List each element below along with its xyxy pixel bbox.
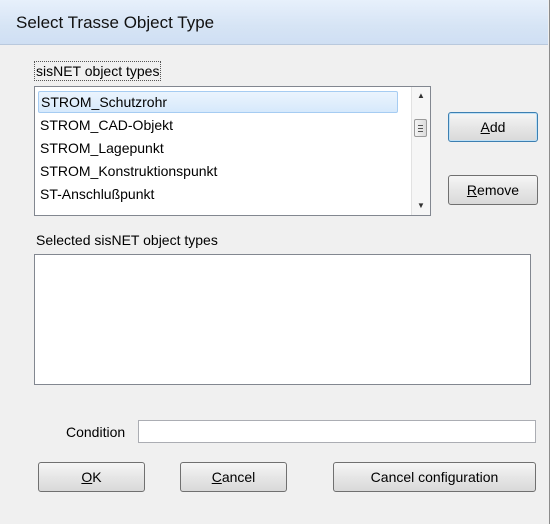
selected-types-list[interactable] (34, 254, 531, 385)
condition-label: Condition (66, 424, 126, 440)
scroll-thumb[interactable] (414, 119, 427, 137)
selected-types-label: Selected sisNET object types (36, 232, 218, 248)
list-item-label: ST-Anschlußpunkt (40, 186, 155, 202)
select-trasse-object-type-dialog: Select Trasse Object Type sisNET object … (0, 0, 550, 524)
title-bar[interactable]: Select Trasse Object Type (0, 0, 548, 45)
scroll-up-arrow-icon[interactable]: ▲ (412, 87, 430, 105)
list-item-label: STROM_Konstruktionspunkt (40, 163, 218, 179)
remove-button[interactable]: Remove (448, 175, 538, 205)
list-item[interactable]: STROM_Lagepunkt (40, 137, 164, 159)
list-item-label: STROM_CAD-Objekt (40, 117, 174, 133)
add-button[interactable]: Add (448, 112, 538, 142)
list-item-label: STROM_Lagepunkt (40, 140, 164, 156)
list-item[interactable]: STROM_CAD-Objekt (40, 114, 173, 136)
cancel-button[interactable]: Cancel (180, 462, 287, 492)
list-item[interactable]: STROM_Schutzrohr (38, 91, 398, 113)
window-title: Select Trasse Object Type (16, 13, 215, 32)
list-item[interactable]: STROM_Konstruktionspunkt (40, 160, 217, 182)
object-types-list[interactable]: STROM_Schutzrohr STROM_CAD-Objekt STROM_… (34, 86, 431, 216)
object-types-label: sisNET object types (33, 61, 162, 81)
list-item-label: STROM_Schutzrohr (41, 94, 168, 110)
ok-button[interactable]: OK (38, 462, 145, 492)
cancel-configuration-button[interactable]: Cancel configuration (333, 462, 536, 492)
list-item[interactable]: ST-Anschlußpunkt (40, 183, 154, 205)
list-scrollbar[interactable]: ▲ ▼ (411, 87, 430, 215)
scroll-down-arrow-icon[interactable]: ▼ (412, 197, 430, 215)
condition-input[interactable] (138, 420, 536, 443)
